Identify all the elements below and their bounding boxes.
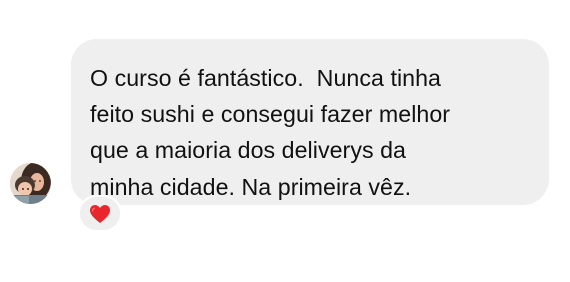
profile-photo-icon xyxy=(10,163,51,204)
red-heart-icon xyxy=(90,204,110,223)
reaction-badge[interactable] xyxy=(78,195,122,232)
message-row: O curso é fantástico. Nunca tinha feito … xyxy=(0,0,570,282)
message-text: O curso é fantástico. Nunca tinha feito … xyxy=(90,65,451,200)
message-bubble[interactable]: O curso é fantástico. Nunca tinha feito … xyxy=(71,39,549,205)
avatar[interactable] xyxy=(10,163,51,204)
